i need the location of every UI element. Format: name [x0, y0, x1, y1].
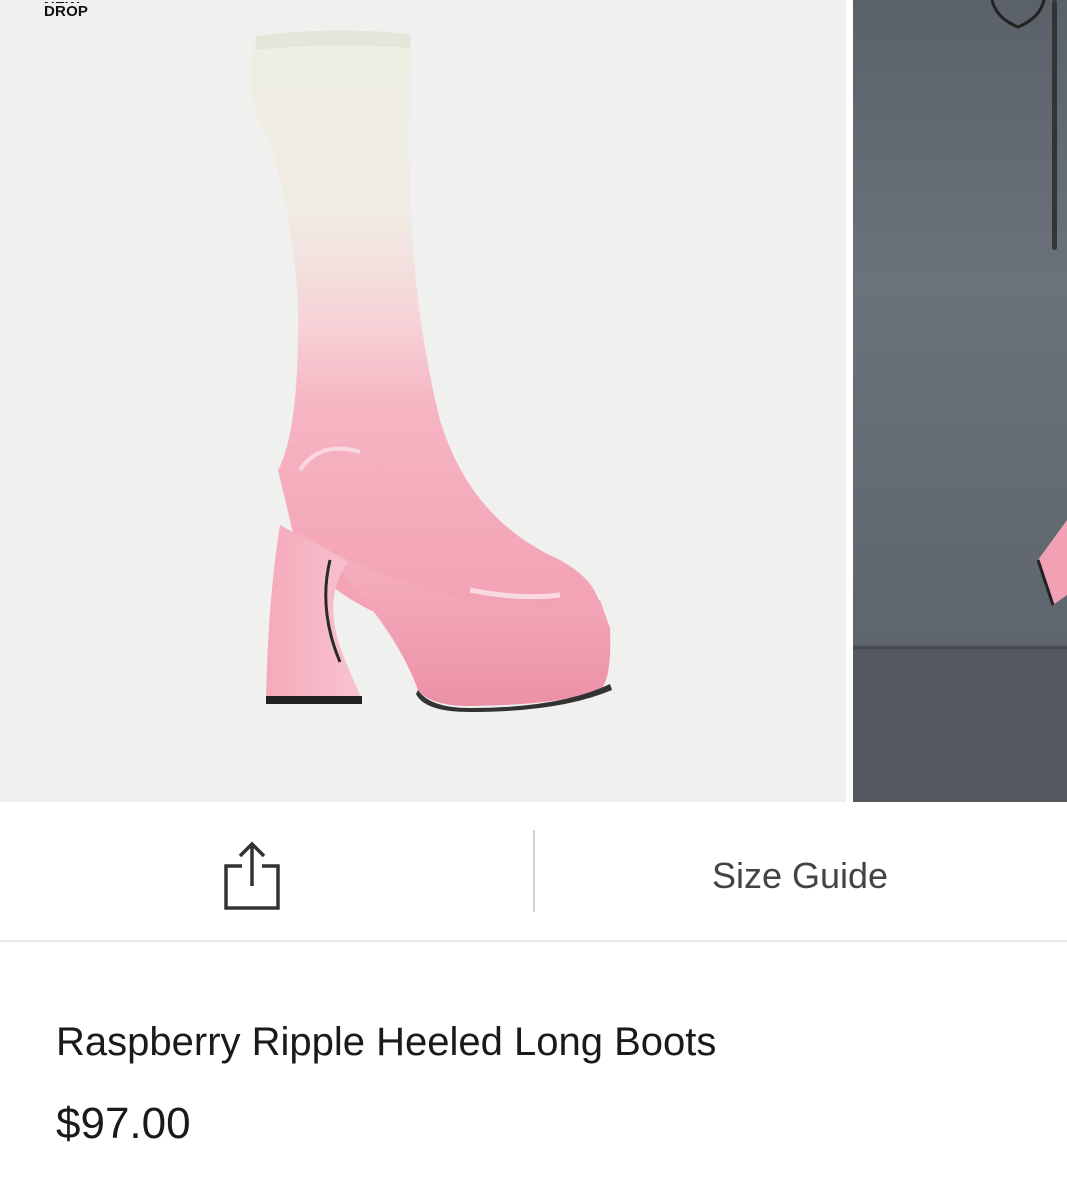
product-price: $97.00	[56, 1099, 191, 1148]
scrollbar[interactable]	[1052, 0, 1057, 250]
product-image-main[interactable]: NEW DROP	[0, 0, 846, 802]
action-divider	[533, 830, 535, 912]
model-image	[853, 520, 1067, 802]
product-action-bar: Size Guide	[0, 802, 1067, 942]
product-image-next[interactable]	[853, 0, 1067, 802]
product-title: Raspberry Ripple Heeled Long Boots	[56, 1020, 717, 1064]
share-icon	[224, 841, 280, 910]
product-image-gallery[interactable]: NEW DROP	[0, 0, 1067, 802]
size-guide-button[interactable]: Size Guide	[680, 854, 920, 898]
boot-image	[250, 30, 612, 712]
share-button[interactable]	[204, 828, 300, 924]
wishlist-heart-icon[interactable]	[990, 0, 1046, 30]
